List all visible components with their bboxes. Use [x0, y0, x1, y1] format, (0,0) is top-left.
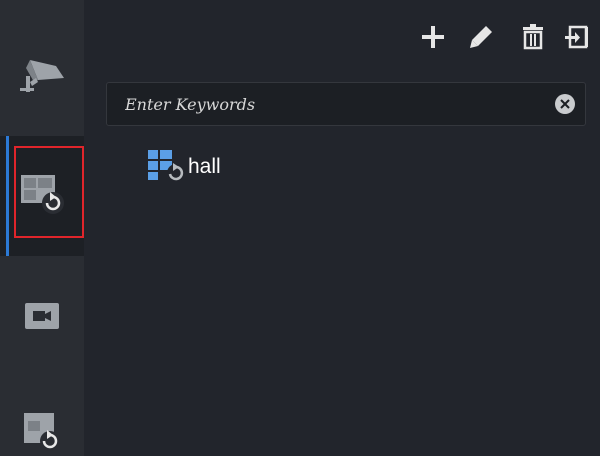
search-input[interactable] [107, 83, 537, 125]
delete-button[interactable] [518, 22, 548, 56]
left-sidebar [0, 0, 84, 456]
view-group-icon [146, 148, 186, 187]
clear-search-button[interactable] [555, 94, 575, 114]
import-button[interactable] [562, 22, 592, 56]
close-icon [560, 99, 570, 109]
plus-icon [421, 25, 445, 54]
tree-item-label: hall [188, 155, 221, 178]
tree-item-hall[interactable]: hall [146, 148, 221, 187]
video-camera-icon [23, 301, 61, 336]
cctv-camera-icon [16, 48, 68, 103]
sidebar-item-window-refresh[interactable] [0, 406, 84, 456]
add-button[interactable] [418, 22, 448, 56]
active-indicator [6, 136, 9, 256]
window-refresh-icon [20, 407, 64, 456]
sidebar-item-view-loop[interactable] [0, 136, 84, 256]
edit-button[interactable] [466, 22, 496, 56]
sidebar-item-video[interactable] [0, 290, 84, 346]
sidebar-item-camera[interactable] [0, 40, 84, 110]
window-refresh-icon [17, 171, 67, 222]
trash-icon [521, 23, 545, 55]
pencil-icon [468, 24, 494, 55]
search-box [106, 82, 586, 126]
import-icon [564, 24, 590, 55]
